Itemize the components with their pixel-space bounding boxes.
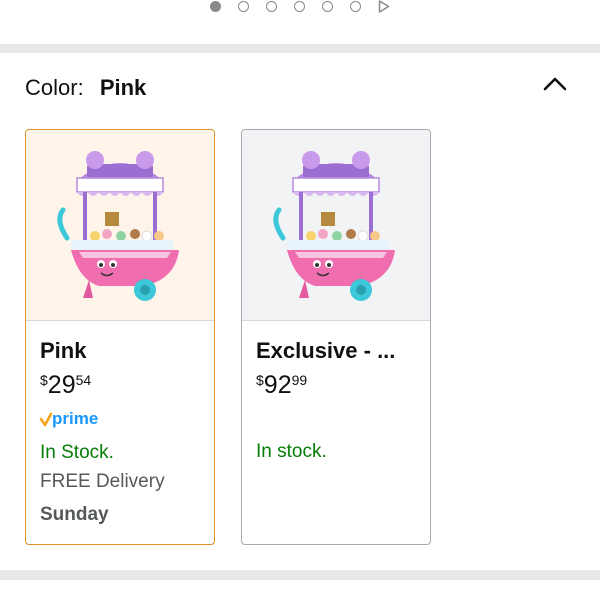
carousel-dot[interactable] (266, 0, 277, 12)
color-heading: Color: Pink (25, 73, 146, 103)
product-image (242, 130, 430, 320)
carousel-dot[interactable] (322, 0, 333, 12)
color-option-pink[interactable]: Pink $2954 prime In Stock. FREE Delivery… (25, 129, 215, 545)
image-separator (242, 320, 430, 321)
price-fraction: 99 (291, 372, 308, 388)
price-whole: 29 (47, 371, 76, 399)
price-fraction: 54 (75, 372, 92, 388)
prime-label: prime (52, 409, 98, 428)
price-whole: 92 (263, 371, 292, 399)
prime-badge-icon: prime (39, 409, 98, 428)
carousel-dot[interactable] (210, 0, 221, 12)
image-separator (26, 320, 214, 321)
section-divider (0, 44, 600, 53)
price-currency: $ (40, 372, 48, 388)
carousel-dot[interactable] (294, 0, 305, 12)
play-icon[interactable] (378, 0, 390, 13)
stock-status: In Stock. (40, 442, 114, 463)
chevron-up-icon (543, 77, 567, 91)
carousel-dot[interactable] (350, 0, 361, 12)
color-option-exclusive[interactable]: Exclusive - ... $9299 In stock. (241, 129, 431, 545)
option-price: $9299 (256, 370, 307, 400)
price-currency: $ (256, 372, 264, 388)
collapse-button[interactable] (540, 72, 570, 96)
delivery-text: FREE Delivery (40, 471, 165, 492)
color-label: Color: (25, 75, 84, 100)
option-price: $2954 (40, 370, 91, 400)
option-title: Exclusive - ... (256, 338, 396, 363)
carousel-dot[interactable] (238, 0, 249, 12)
ice-cream-cart-toy-image (57, 151, 179, 301)
product-image (26, 130, 214, 320)
product-variant-panel: Color: Pink Pink $2954 prime In Stock. F… (0, 0, 600, 600)
ice-cream-cart-toy-image (273, 151, 395, 301)
section-divider (0, 570, 600, 580)
delivery-day: Sunday (40, 504, 109, 525)
color-selected-value: Pink (99, 75, 147, 100)
image-carousel-dots (0, 0, 600, 14)
option-title: Pink (40, 338, 87, 363)
stock-status: In stock. (256, 441, 327, 462)
